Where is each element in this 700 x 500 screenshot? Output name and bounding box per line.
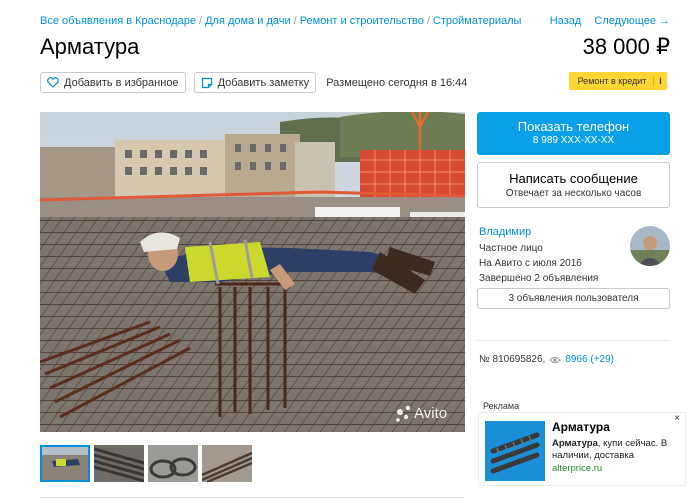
breadcrumb-link[interactable]: Для дома и дачи [205,15,291,27]
credit-badge[interactable]: Ремонт в кредит i [569,72,667,90]
breadcrumb-link[interactable]: Ремонт и строительство [300,15,424,27]
ad-text-bold: Арматура [552,438,598,449]
breadcrumb-separator: / [199,15,203,27]
ad-image[interactable] [485,421,545,481]
back-link[interactable]: Назад [550,15,582,27]
watermark-text: Avito [414,405,447,422]
ad-text: Арматура, купи сейчас. В наличии, достав… [552,438,682,462]
main-photo[interactable]: Avito [40,112,465,432]
user-ads-button[interactable]: 3 объявления пользователя [477,288,670,309]
add-note-label: Добавить заметку [217,76,310,89]
price: 38 000 ₽ [582,34,670,59]
breadcrumb-link[interactable]: Все объявления в Краснодаре [40,15,196,27]
avatar[interactable] [630,226,670,266]
write-message-label: Написать сообщение [509,171,638,186]
thumbnail-4[interactable] [202,445,252,482]
ad-url[interactable]: alterprice.ru [552,463,602,474]
thumbnail-2[interactable] [94,445,144,482]
action-row: Добавить в избранное Добавить заметку Ра… [40,72,467,93]
views-count: 8966 (+29) [565,354,614,365]
phone-number: 8 989 XXX-XX-XX [532,135,615,146]
pager: Назад Следующее → [540,15,670,27]
views-link[interactable]: 8966 (+29) [549,354,614,365]
page-title: Арматура [40,34,140,59]
seller-since: На Авито с июля 2016 [479,258,582,269]
seller-completed: Завершено 2 объявления [479,273,599,284]
write-message-button[interactable]: Написать сообщение Отвечает за несколько… [477,162,670,208]
info-icon[interactable]: i [653,76,667,86]
divider [40,497,465,498]
show-phone-label: Показать телефон [517,119,630,134]
add-favorite-button[interactable]: Добавить в избранное [40,72,186,93]
breadcrumb: Все объявления в Краснодаре / Для дома и д… [40,15,521,27]
breadcrumb-separator: / [293,15,297,27]
ad-block[interactable]: × Арматура Арматура, купи сейчас. В нали… [478,412,686,486]
credit-label: Ремонт в кредит [577,76,647,86]
seller-info: Владимир Частное лицо На Авито с июля 20… [479,225,598,286]
next-link[interactable]: Следующее → [594,15,670,27]
thumbnail-3[interactable] [148,445,198,482]
eye-icon [549,356,562,363]
seller-name[interactable]: Владимир [479,225,598,240]
thumbnail-1[interactable] [40,445,90,482]
show-phone-button[interactable]: Показать телефон 8 989 XXX-XX-XX [477,112,670,155]
response-time: Отвечает за несколько часов [505,188,642,199]
ad-title[interactable]: Арматура [552,420,610,434]
note-icon [201,77,212,88]
item-stats: № 810695826, 8966 (+29) [479,354,614,365]
add-note-button[interactable]: Добавить заметку [193,72,317,93]
breadcrumb-separator: / [426,15,430,27]
construction-photo: Avito [40,112,465,432]
breadcrumb-link[interactable]: Стройматериалы [433,15,522,27]
seller-type: Частное лицо [479,243,543,254]
item-id: № 810695826, [479,354,546,365]
thumbnail-strip [40,445,256,482]
divider [477,340,670,341]
ad-label: Реклама [483,401,520,411]
close-icon[interactable]: × [674,413,680,424]
heart-icon [47,77,59,88]
posted-date: Размещено сегодня в 16:44 [326,76,468,89]
add-favorite-label: Добавить в избранное [64,76,179,89]
